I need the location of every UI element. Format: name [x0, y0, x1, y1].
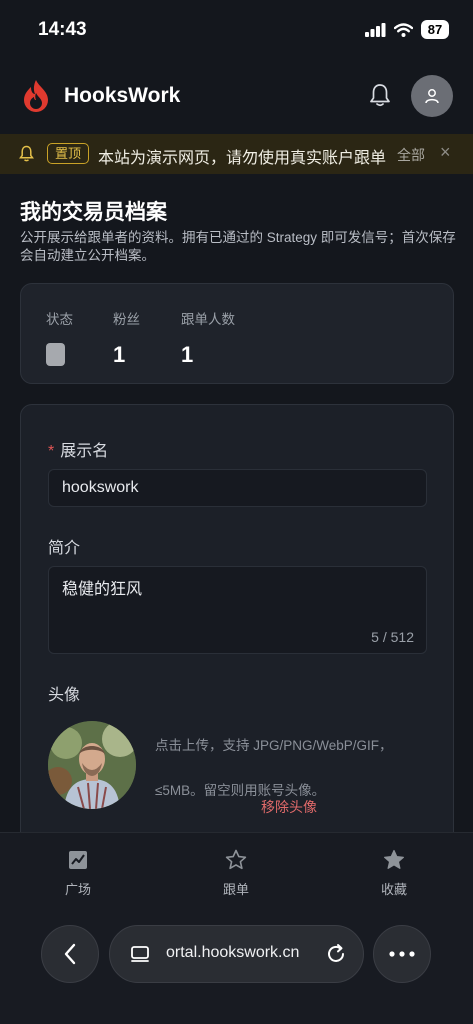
profile-form-card: * 展示名 hookswork 简介 稳健的狂风 5 / 512 头像 点击上传，…: [20, 404, 454, 864]
battery-indicator: 87: [421, 20, 449, 39]
hookswork-logo-icon[interactable]: [22, 79, 50, 113]
stat-followers-value: 1: [181, 342, 194, 367]
user-icon: [425, 89, 439, 104]
stat-fans-value: 1: [113, 342, 126, 367]
stat-fans-label: 粉丝: [113, 312, 140, 327]
notice-text[interactable]: 本站为演示网页，请勿使用真实账户跟单: [98, 144, 386, 168]
stat-followers: 跟单人数 1: [181, 308, 235, 368]
cellular-signal-icon: [365, 22, 386, 37]
brand-name[interactable]: HooksWork: [64, 84, 180, 108]
stat-status: 状态: [46, 308, 73, 366]
browser-more-button[interactable]: [373, 925, 431, 983]
close-icon[interactable]: ×: [440, 142, 451, 163]
stat-status-label: 状态: [46, 312, 73, 327]
notice-bell-icon: [19, 145, 34, 162]
status-icons: 87: [365, 20, 449, 39]
tabs-icon: [131, 946, 149, 962]
notifications-button[interactable]: [365, 80, 395, 110]
bio-textarea[interactable]: 稳健的狂风 5 / 512: [48, 566, 427, 654]
more-dots-icon: [389, 951, 415, 957]
nav-label-favorites: 收藏: [380, 882, 407, 897]
notice-banner: 置顶 本站为演示网页，请勿使用真实账户跟单 全部 ×: [0, 134, 473, 174]
notice-all-link[interactable]: 全部: [397, 145, 425, 165]
chevron-left-icon: [64, 943, 76, 965]
stat-fans: 粉丝 1: [113, 308, 140, 368]
avatar-photo: [48, 721, 136, 809]
remove-avatar-button[interactable]: 移除头像: [261, 797, 317, 817]
status-indicator: [46, 343, 65, 366]
status-time: 14:43: [38, 19, 87, 40]
bell-icon: [370, 84, 390, 107]
app-header: HooksWork: [0, 60, 473, 132]
trend-chart-icon: [69, 851, 87, 869]
url-text: ortal.hookswork.cn: [166, 944, 300, 961]
nav-item-plaza[interactable]: 广场: [38, 847, 118, 898]
reload-icon[interactable]: [325, 943, 347, 965]
stats-card: 状态 粉丝 1 跟单人数 1: [20, 283, 454, 384]
avatar-label: 头像: [48, 687, 81, 704]
stat-followers-label: 跟单人数: [181, 312, 235, 327]
avatar-image[interactable]: [48, 721, 136, 809]
display-name-label: * 展示名: [48, 437, 108, 461]
required-marker: *: [48, 443, 55, 460]
star-filled-icon: [384, 849, 404, 869]
page-title: 我的交易员档案: [20, 201, 167, 224]
bottom-nav: 广场 跟单 收藏 ortal.hookswork.cn: [0, 832, 473, 1024]
nav-item-favorites[interactable]: 收藏: [354, 847, 434, 898]
user-avatar-button[interactable]: [411, 75, 453, 117]
nav-item-copy-trade[interactable]: 跟单: [196, 847, 276, 898]
display-name-label-text: 展示名: [60, 443, 109, 460]
bio-char-counter: 5 / 512: [371, 629, 414, 645]
pinned-tag: 置顶: [47, 143, 90, 164]
bio-text: 稳健的狂风: [62, 581, 143, 598]
browser-back-button[interactable]: [41, 925, 99, 983]
star-outline-icon: [225, 849, 247, 870]
nav-label-copy-trade: 跟单: [222, 882, 249, 897]
status-bar: 14:43 87: [0, 0, 473, 60]
nav-label-plaza: 广场: [64, 882, 91, 897]
bio-label: 简介: [48, 540, 81, 557]
display-name-input[interactable]: hookswork: [48, 469, 427, 507]
browser-url-bar[interactable]: ortal.hookswork.cn: [109, 925, 364, 983]
page-description: 公开展示给跟单者的资料。拥有已通过的 Strategy 即可发信号；首次保存会自…: [20, 230, 456, 263]
wifi-icon: [394, 22, 413, 37]
